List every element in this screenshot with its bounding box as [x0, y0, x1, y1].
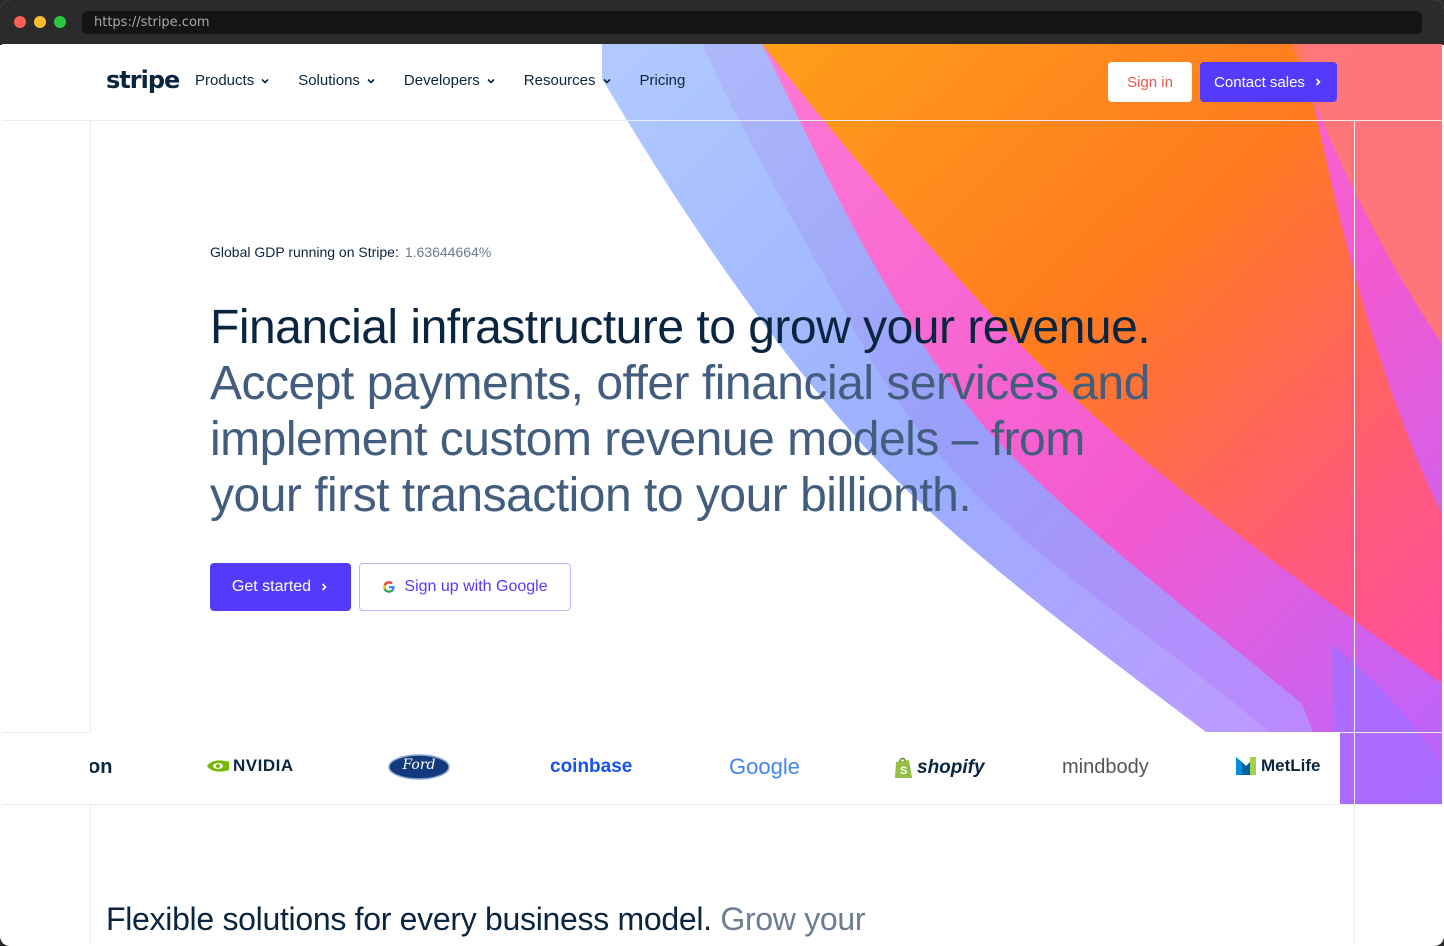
chevron-down-icon — [367, 78, 375, 84]
chevron-right-icon — [1315, 78, 1321, 86]
chevron-down-icon — [261, 78, 269, 84]
close-window-button[interactable] — [14, 16, 26, 28]
nav-products[interactable]: Products — [195, 72, 270, 89]
browser-window: https://stripe.com stripe Products Solut… — [0, 0, 1444, 946]
nav-developers-label: Developers — [403, 72, 480, 89]
nav-developers[interactable]: Developers — [404, 72, 496, 89]
sign-in-button[interactable]: Sign in — [1108, 62, 1192, 102]
coinbase-logo: coinbase — [550, 756, 633, 777]
logo-partial: on — [90, 756, 113, 778]
nvidia-eye-icon — [207, 760, 229, 772]
nav-resources-label: Resources — [523, 72, 596, 89]
nav-solutions-label: Solutions — [298, 72, 360, 89]
google-signup-label: Sign up with Google — [404, 578, 548, 595]
ford-logo: Ford — [388, 754, 450, 780]
contact-sales-button[interactable]: Contact sales — [1200, 62, 1337, 102]
minimize-window-button[interactable] — [34, 16, 46, 28]
metlife-m-icon — [1236, 757, 1256, 775]
nav-resources[interactable]: Resources — [524, 72, 612, 89]
stripe-logo[interactable]: stripe — [106, 66, 180, 94]
ford-wordmark: Ford — [402, 757, 436, 773]
guide-line-left — [90, 120, 91, 944]
metlife-logo: MetLife — [1236, 756, 1321, 776]
guide-line-right — [1354, 120, 1355, 944]
chevron-down-icon — [602, 78, 611, 84]
nvidia-logo: NVIDIA — [206, 756, 294, 776]
svg-text:S: S — [900, 765, 907, 777]
nvidia-wordmark: NVIDIA — [233, 756, 294, 775]
stripe-page: stripe Products Solutions Developers Res… — [2, 44, 1442, 944]
nav-pricing[interactable]: Pricing — [640, 72, 686, 89]
headline-strong: Financial infrastructure to grow your re… — [210, 301, 1151, 354]
nav-pricing-label: Pricing — [639, 72, 686, 89]
main-nav: Products Solutions Developers Resources … — [195, 72, 713, 89]
customer-logos: on NVIDIA Ford coinbase Google S shopify… — [90, 732, 1340, 804]
metlife-wordmark: MetLife — [1261, 756, 1321, 775]
solutions-heading: Flexible solutions for every business mo… — [106, 899, 926, 939]
get-started-button[interactable]: Get started — [210, 563, 351, 611]
hero-headline: Financial infrastructure to grow your re… — [210, 300, 1170, 524]
gdp-ticker: Global GDP running on Stripe: 1.63644664% — [210, 244, 491, 260]
get-started-label: Get started — [231, 578, 312, 595]
shopify-bag-icon: S — [895, 757, 912, 778]
browser-chrome: https://stripe.com — [0, 0, 1444, 45]
nav-solutions[interactable]: Solutions — [298, 72, 376, 89]
google-signup-button[interactable]: Sign up with Google — [359, 563, 571, 611]
strip-bottom-divider — [2, 804, 1442, 805]
maximize-window-button[interactable] — [54, 16, 66, 28]
chevron-down-icon — [487, 78, 495, 84]
shopify-wordmark: shopify — [917, 757, 985, 778]
gdp-value: 1.63644664% — [404, 244, 492, 260]
google-logo: Google — [729, 754, 800, 779]
chevron-right-icon — [322, 583, 327, 591]
solutions-heading-strong: Flexible solutions for every business mo… — [106, 901, 712, 937]
mindbody-logo: mindbody — [1062, 756, 1149, 778]
nav-divider — [2, 120, 1442, 121]
headline-soft: Accept payments, offer financial service… — [210, 357, 1150, 522]
gdp-label: Global GDP running on Stripe: — [210, 244, 399, 260]
nav-products-label: Products — [195, 72, 255, 89]
solutions-heading-soft: Grow your — [720, 901, 866, 937]
google-g-icon — [383, 581, 395, 593]
shopify-logo: S shopify — [893, 756, 985, 780]
contact-sales-label: Contact sales — [1214, 73, 1305, 91]
address-bar[interactable]: https://stripe.com — [82, 11, 1422, 34]
